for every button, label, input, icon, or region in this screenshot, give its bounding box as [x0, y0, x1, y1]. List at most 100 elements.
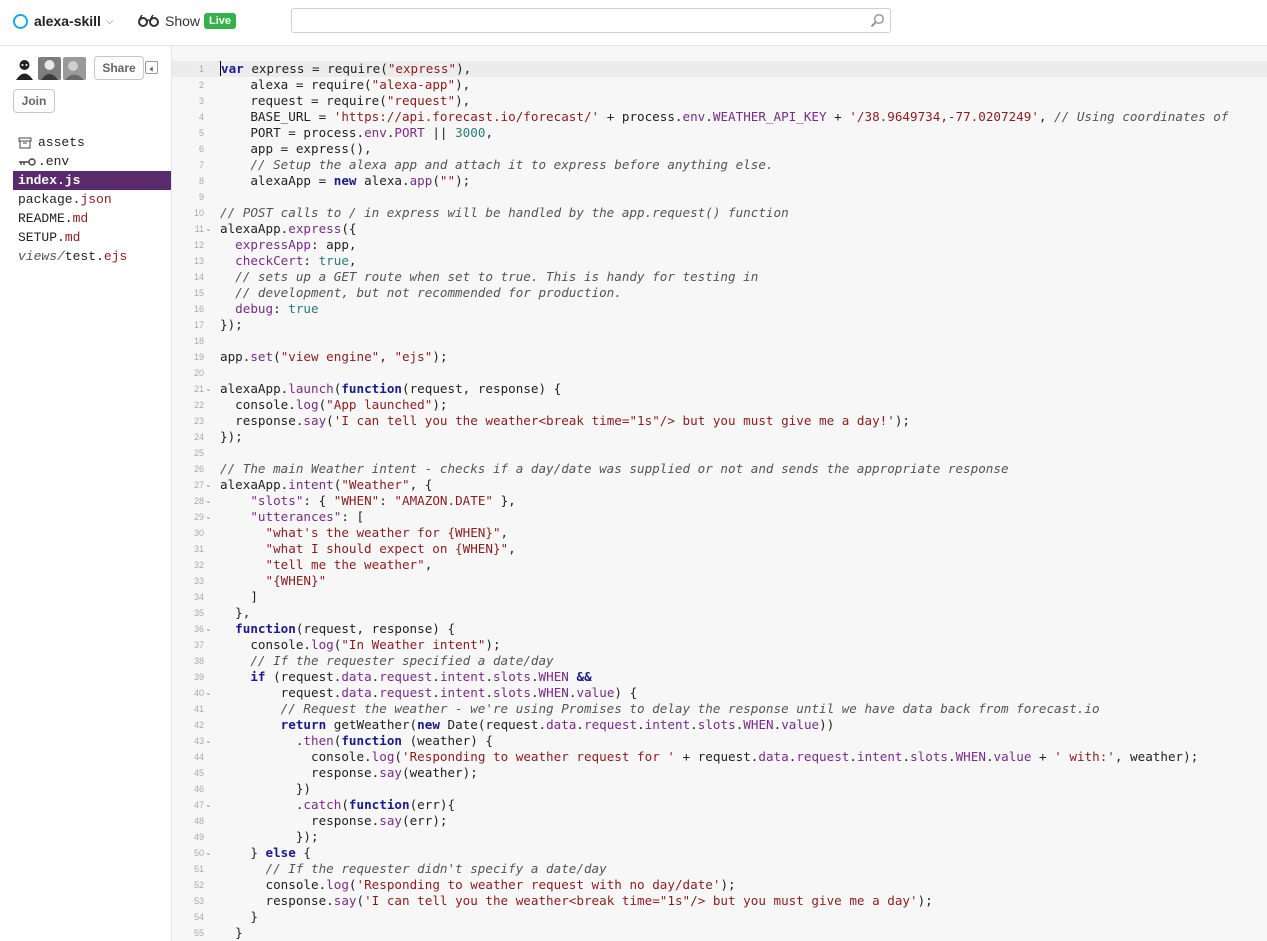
file-item-env[interactable]: .env [13, 152, 171, 171]
code-line[interactable]: 36 ⌄ function(request, response) { [172, 621, 1267, 637]
code-line[interactable]: 55 } [172, 925, 1267, 941]
code-line[interactable]: 32 "tell me the weather", [172, 557, 1267, 573]
code-text: response.say(err); [220, 813, 448, 829]
code-line[interactable]: 18 [172, 333, 1267, 349]
fold-toggle-icon[interactable]: ⌄ [205, 797, 212, 813]
code-line[interactable]: 22 console.log("App launched"); [172, 397, 1267, 413]
code-token: ); [917, 893, 933, 908]
fold-toggle-icon[interactable]: ⌄ [205, 845, 212, 861]
code-line[interactable]: 47 ⌄ .catch(function(err){ [172, 797, 1267, 813]
code-line[interactable]: 15 // development, but not recommended f… [172, 285, 1267, 301]
avatar[interactable] [63, 57, 86, 80]
code-line[interactable]: 44 console.log('Responding to weather re… [172, 749, 1267, 765]
code-line[interactable]: 48 response.say(err); [172, 813, 1267, 829]
code-line[interactable]: 46 }) [172, 781, 1267, 797]
code-line[interactable]: 20 [172, 365, 1267, 381]
search-input[interactable] [291, 8, 891, 33]
code-line[interactable]: 24}); [172, 429, 1267, 445]
avatar[interactable] [13, 57, 36, 80]
code-token: alexaApp. [220, 381, 289, 396]
file-item-package-json[interactable]: package. json [13, 190, 171, 209]
code-line[interactable]: 11 ⌄ alexaApp.express({ [172, 221, 1267, 237]
code-line[interactable]: 30 "what's the weather for {WHEN}", [172, 525, 1267, 541]
code-token: console. [220, 397, 296, 412]
file-item-views-test-ejs[interactable]: views/test. ejs [13, 247, 171, 266]
fold-toggle-icon[interactable]: ⌄ [205, 493, 212, 509]
code-line[interactable]: 33 "{WHEN}" [172, 573, 1267, 589]
code-token: + process. [599, 109, 683, 124]
code-line[interactable]: 39 if (request.data.request.intent.slots… [172, 669, 1267, 685]
fold-toggle-icon[interactable]: ⌄ [205, 381, 212, 397]
code-line[interactable]: 49 }); [172, 829, 1267, 845]
fold-toggle-icon[interactable]: ⌄ [205, 685, 212, 701]
code-line[interactable]: 19 app.set("view engine", "ejs"); [172, 349, 1267, 365]
code-line[interactable]: 14 // sets up a GET route when set to tr… [172, 269, 1267, 285]
code-line[interactable]: 21 ⌄ alexaApp.launch(function(request, res… [172, 381, 1267, 397]
code-token: response. [220, 765, 380, 780]
search-icon[interactable] [870, 13, 885, 28]
code-line[interactable]: 29 ⌄ "utterances": [ [172, 509, 1267, 525]
code-line[interactable]: 3 request = require("request"), [172, 93, 1267, 109]
file-item-setup-md[interactable]: SETUP. md [13, 228, 171, 247]
code-line[interactable]: 4 BASE_URL = 'https://api.forecast.io/fo… [172, 109, 1267, 125]
code-line[interactable]: 35 }, [172, 605, 1267, 621]
code-line[interactable]: 25 [172, 445, 1267, 461]
code-line[interactable]: 23 response.say('I can tell you the weat… [172, 413, 1267, 429]
code-line[interactable]: 37 console.log("In Weather intent"); [172, 637, 1267, 653]
code-line[interactable]: 8 alexaApp = new alexa.app(""); [172, 173, 1267, 189]
line-number: 8 [198, 176, 204, 186]
join-button[interactable]: Join [13, 89, 55, 113]
show-live-button[interactable]: Show Live [137, 11, 237, 31]
code-line[interactable]: 40 ⌄ request.data.request.intent.slots.WH… [172, 685, 1267, 701]
file-item-assets[interactable]: assets [13, 133, 171, 152]
code-line[interactable]: 42 return getWeather(new Date(request.da… [172, 717, 1267, 733]
code-line[interactable]: 7 // Setup the alexa app and attach it t… [172, 157, 1267, 173]
fold-toggle-icon[interactable]: ⌄ [205, 621, 212, 637]
file-name: SETUP. [18, 230, 65, 245]
code-line[interactable]: 52 console.log('Responding to weather re… [172, 877, 1267, 893]
project-menu[interactable]: alexa-skill ⌵ [13, 11, 114, 31]
line-number: 35 [193, 608, 204, 618]
avatar[interactable] [38, 57, 61, 80]
code-line[interactable]: 51 // If the requester didn't specify a … [172, 861, 1267, 877]
file-name: .env [38, 154, 70, 169]
alexa-ring-icon [13, 13, 28, 29]
line-number: 38 [193, 656, 204, 666]
code-line[interactable]: 54 } [172, 909, 1267, 925]
code-line[interactable]: 34 ] [172, 589, 1267, 605]
code-line[interactable]: 16 debug: true [172, 301, 1267, 317]
fold-toggle-icon[interactable]: ⌄ [205, 477, 212, 493]
fold-toggle-icon[interactable]: ⌄ [205, 221, 212, 237]
code-line[interactable]: 17}); [172, 317, 1267, 333]
file-item-readme-md[interactable]: README. md [13, 209, 171, 228]
code-line[interactable]: 43 ⌄ .then(function (weather) { [172, 733, 1267, 749]
code-line[interactable]: 41 // Request the weather - we're using … [172, 701, 1267, 717]
code-line[interactable]: 28 ⌄ "slots": { "WHEN": "AMAZON.DATE" }, [172, 493, 1267, 509]
code-text: // Request the weather - we're using Pro… [220, 701, 1100, 717]
code-line[interactable]: 9 [172, 189, 1267, 205]
code-line[interactable]: 53 response.say('I can tell you the weat… [172, 893, 1267, 909]
share-button[interactable]: Share [94, 56, 144, 80]
code-line[interactable]: 12 expressApp: app, [172, 237, 1267, 253]
line-number: 32 [193, 560, 204, 570]
fold-toggle-icon[interactable]: ⌄ [205, 509, 212, 525]
code-editor[interactable]: 1 var express = require("express"), 2 alex… [172, 46, 1267, 941]
code-token: catch [303, 797, 342, 812]
collapse-sidebar-icon[interactable] [145, 61, 158, 74]
code-line[interactable]: 5 PORT = process.env.PORT || 3000, [172, 125, 1267, 141]
code-token: response. [220, 893, 334, 908]
code-line[interactable]: 38 // If the requester specified a date/… [172, 653, 1267, 669]
code-line[interactable]: 2 alexa = require("alexa-app"), [172, 77, 1267, 93]
code-line[interactable]: 26 // The main Weather intent - checks if… [172, 461, 1267, 477]
code-line[interactable]: 45 response.say(weather); [172, 765, 1267, 781]
code-line[interactable]: 6 app = express(), [172, 141, 1267, 157]
file-item-index-js[interactable]: index.js [13, 171, 171, 190]
code-line[interactable]: 50 ⌄ } else { [172, 845, 1267, 861]
code-line[interactable]: 1 var express = require("express"), [172, 61, 1267, 77]
code-line[interactable]: 13 checkCert: true, [172, 253, 1267, 269]
code-line[interactable]: 27 ⌄ alexaApp.intent("Weather", { [172, 477, 1267, 493]
code-token: , [508, 541, 516, 556]
code-line[interactable]: 31 "what I should expect on {WHEN}", [172, 541, 1267, 557]
fold-toggle-icon[interactable]: ⌄ [205, 733, 212, 749]
code-line[interactable]: 10 // POST calls to / in express will be … [172, 205, 1267, 221]
